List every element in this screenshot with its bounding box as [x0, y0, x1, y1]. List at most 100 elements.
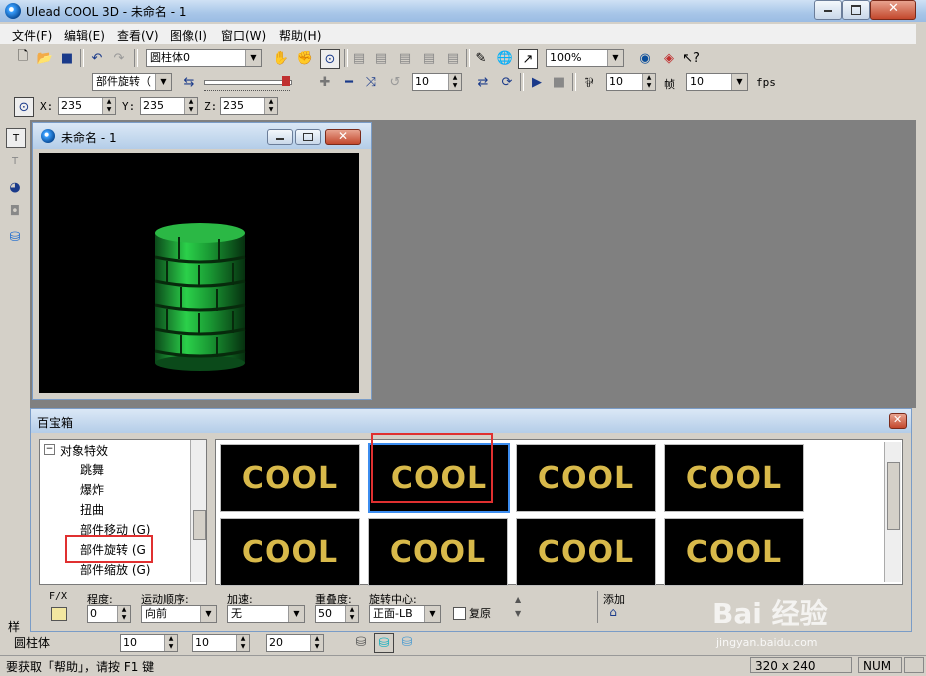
tree-item[interactable]: 部件缩放 (G) — [80, 561, 150, 578]
add-icon[interactable]: ⌂ — [605, 605, 621, 619]
object-value-2[interactable]: 10 ▲ ▼ — [192, 634, 250, 652]
rotate-hand-icon[interactable]: ✊ — [296, 49, 314, 67]
thumbnail-scrollbar[interactable] — [884, 442, 901, 582]
edit-shape-icon[interactable]: ◘ — [6, 202, 24, 220]
layer-icon[interactable]: ▤ — [444, 49, 462, 67]
tree-expander[interactable]: − — [44, 444, 55, 455]
cylinder-tool-icon[interactable]: ⛁ — [6, 228, 24, 246]
cylinder-outline-icon[interactable]: ⛁ — [352, 633, 370, 651]
effect-thumbnail[interactable]: COOL — [220, 518, 360, 586]
tree-item[interactable]: 扭曲 — [80, 501, 104, 518]
cylinder-shaded-icon[interactable]: ⛁ — [398, 633, 416, 651]
slider-thumb[interactable] — [282, 76, 290, 86]
reverse-icon[interactable]: ⤨ — [362, 73, 380, 91]
redo-icon[interactable]: ↷ — [110, 49, 128, 67]
spinner-arrows[interactable]: ▲ ▼ — [102, 98, 115, 114]
y-input[interactable]: 235 ▲ ▼ — [140, 97, 198, 115]
effect-thumbnail[interactable]: COOL — [368, 518, 508, 586]
reset-checkbox[interactable] — [453, 607, 466, 620]
fps-select[interactable]: 10 ▼ — [686, 73, 748, 91]
object-value-1[interactable]: 10 ▲ ▼ — [120, 634, 178, 652]
render-icon[interactable]: ◉ — [636, 49, 654, 67]
save-icon[interactable]: ■ — [58, 49, 76, 67]
timing-icon[interactable]: ⅌ — [580, 73, 598, 91]
render-canvas[interactable] — [39, 153, 359, 393]
x-input[interactable]: 235 ▲ ▼ — [58, 97, 116, 115]
hand-move-icon[interactable]: ✋ — [272, 49, 290, 67]
menu-image[interactable]: 图像(I) — [170, 27, 207, 44]
object-select[interactable]: 圆柱体0 ▼ — [146, 49, 262, 67]
speed-input[interactable]: 10 ▲ ▼ — [606, 73, 656, 91]
order-select[interactable]: 向前 ▼ — [141, 605, 217, 623]
doc-close-button[interactable]: ✕ — [325, 129, 361, 145]
panel-close-button[interactable]: ✕ — [889, 413, 907, 429]
help-pointer-icon[interactable]: ↖? — [682, 49, 700, 67]
menu-edit[interactable]: 编辑(E) — [64, 27, 105, 44]
spinner-arrows[interactable]: ▲ ▼ — [448, 74, 461, 90]
tree-scrollbar[interactable] — [190, 440, 206, 582]
layer-icon[interactable]: ▤ — [420, 49, 438, 67]
doc-restore-button[interactable] — [295, 129, 321, 145]
globe-icon[interactable]: 🌐 — [496, 49, 514, 67]
frame-input[interactable]: 10 ▲ ▼ — [412, 73, 462, 91]
effect-thumbnail[interactable]: COOL — [664, 444, 804, 512]
menu-file[interactable]: 文件(F) — [12, 27, 52, 44]
add-keyframe-icon[interactable]: ✚ — [316, 73, 334, 91]
doc-minimize-button[interactable] — [267, 129, 293, 145]
spinner-arrows[interactable]: ▲ ▼ — [345, 606, 358, 622]
layer-icon[interactable]: ▤ — [350, 49, 368, 67]
scroll-up-icon[interactable]: ▲ — [515, 595, 521, 604]
select-object-icon[interactable]: ⊙ — [320, 49, 340, 69]
spinner-arrows[interactable]: ▲ ▼ — [164, 635, 177, 651]
effect-select[interactable]: 部件旋转（ ▼ — [92, 73, 172, 91]
chart-icon[interactable]: ↗ — [518, 49, 538, 69]
spinner-arrows[interactable]: ▲ ▼ — [236, 635, 249, 651]
scrollbar-thumb[interactable] — [887, 462, 900, 530]
menu-help[interactable]: 帮助(H) — [279, 27, 321, 44]
text-tool-icon[interactable]: T — [6, 128, 26, 148]
center-select[interactable]: 正面-LB ▼ — [369, 605, 441, 623]
bottom-tab[interactable]: 样 — [8, 618, 28, 634]
export-icon[interactable]: ◈ — [660, 49, 678, 67]
effect-thumbnail[interactable]: COOL — [516, 518, 656, 586]
minimize-button[interactable] — [814, 0, 842, 20]
maximize-button[interactable] — [842, 0, 870, 20]
spinner-arrows[interactable]: ▲ ▼ — [117, 606, 130, 622]
refresh-icon[interactable]: ⟳ — [498, 73, 516, 91]
effect-thumbnail[interactable]: COOL — [516, 444, 656, 512]
timeline-slider[interactable] — [204, 75, 292, 91]
effect-thumbnail[interactable]: COOL — [220, 444, 360, 512]
swap-icon[interactable]: ⇄ — [474, 73, 492, 91]
scroll-down-icon[interactable]: ▼ — [515, 609, 521, 618]
tree-item[interactable]: 跳舞 — [80, 461, 104, 478]
layer-icon[interactable]: ▤ — [372, 49, 390, 67]
tree-item[interactable]: 爆炸 — [80, 481, 104, 498]
layer-icon[interactable]: ▤ — [396, 49, 414, 67]
scrollbar-thumb[interactable] — [193, 510, 206, 540]
position-mode-icon[interactable]: ⊙ — [14, 97, 34, 117]
shape-tool-icon[interactable]: ◕ — [6, 178, 24, 196]
menu-view[interactable]: 查看(V) — [117, 27, 159, 44]
accel-select[interactable]: 无 ▼ — [227, 605, 305, 623]
light-icon[interactable]: ✎ — [472, 49, 490, 67]
object-value-3[interactable]: 20 ▲ ▼ — [266, 634, 324, 652]
tree-item-object-effects[interactable]: 对象特效 — [60, 442, 108, 459]
loop-icon[interactable]: ↺ — [386, 73, 404, 91]
zoom-select[interactable]: 100% ▼ — [546, 49, 624, 67]
open-folder-icon[interactable]: 📂 — [36, 49, 54, 67]
keyframe-icon[interactable]: ⇆ — [180, 73, 198, 91]
undo-icon[interactable]: ↶ — [88, 49, 106, 67]
cylinder-filled-icon[interactable]: ⛁ — [374, 633, 394, 653]
degree-input[interactable]: 0 ▲ ▼ — [87, 605, 131, 623]
menu-window[interactable]: 窗口(W) — [221, 27, 266, 44]
edit-text-icon[interactable]: T — [6, 152, 24, 170]
spinner-arrows[interactable]: ▲ ▼ — [184, 98, 197, 114]
spinner-arrows[interactable]: ▲ ▼ — [310, 635, 323, 651]
spinner-arrows[interactable]: ▲ ▼ — [264, 98, 277, 114]
overlap-input[interactable]: 50 ▲ ▼ — [315, 605, 359, 623]
new-file-icon[interactable]: 🗋 — [14, 49, 32, 67]
z-input[interactable]: 235 ▲ ▼ — [220, 97, 278, 115]
close-button[interactable]: ✕ — [870, 0, 916, 20]
stop-icon[interactable]: ■ — [550, 73, 568, 91]
spinner-arrows[interactable]: ▲ ▼ — [642, 74, 655, 90]
